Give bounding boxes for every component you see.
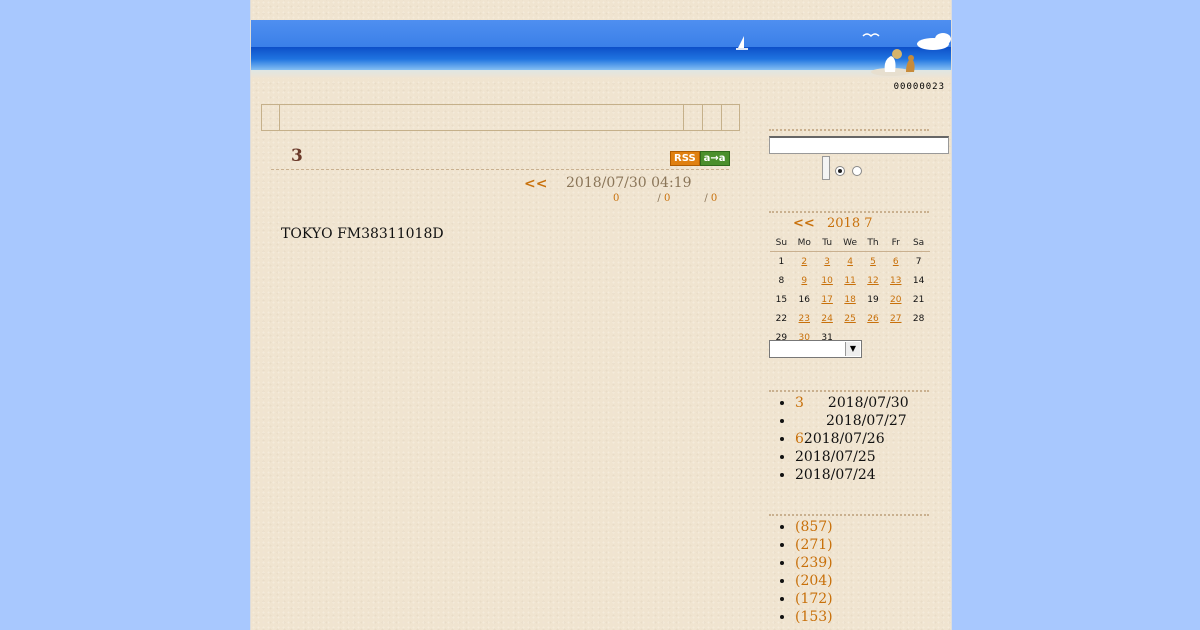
post-body: TOKYO FM38311018D (281, 226, 444, 242)
calendar-day[interactable]: 20 (884, 290, 907, 309)
category-list: (857) (271) (239) (204) (172) (153) (776, 518, 833, 626)
like-count[interactable]: 0 (711, 193, 717, 204)
calendar-day (907, 328, 930, 347)
archive-month-select[interactable]: ▼ (769, 340, 862, 358)
divider (769, 390, 929, 392)
recent-post-date: 2018/07/27 (826, 413, 907, 429)
list-item: (239) (795, 554, 833, 572)
list-item: 2018/07/25 (795, 448, 909, 466)
list-item: 2018/07/27 (795, 412, 909, 430)
calendar-day: 16 (798, 294, 810, 305)
recent-post-link[interactable]: 6 (795, 431, 804, 447)
category-count[interactable]: (857) (795, 519, 833, 535)
page: 00000023 3 RSS a→a << 2018/07/30 04:19 0… (250, 0, 952, 630)
list-item: 62018/07/26 (795, 430, 909, 448)
post-title[interactable]: 3 (291, 146, 303, 166)
list-item: (271) (795, 536, 833, 554)
calendar-weekday: Tu (815, 235, 839, 252)
list-item: 3 2018/07/30 (795, 394, 909, 412)
calendar-day[interactable]: 26 (862, 309, 885, 328)
calendar-day[interactable]: 12 (862, 271, 885, 290)
trackback-count[interactable]: 0 (664, 193, 670, 204)
beach-illustration (736, 33, 951, 76)
calendar-day: 28 (912, 313, 925, 324)
calendar-day[interactable]: 4 (839, 252, 862, 272)
recent-posts-list: 3 2018/07/30 2018/07/27 62018/07/26 2018/… (776, 394, 909, 484)
calendar-day[interactable]: 17 (816, 290, 839, 309)
nav-cell[interactable] (721, 105, 739, 130)
calendar-weekday: We (838, 235, 862, 252)
calendar-day[interactable]: 11 (839, 271, 862, 290)
divider (769, 514, 929, 516)
calendar-day[interactable]: 27 (884, 309, 907, 328)
nav-cell[interactable] (278, 105, 683, 130)
calendar-day: 15 (775, 294, 788, 305)
list-item: (204) (795, 572, 833, 590)
nav-cell[interactable] (702, 105, 721, 130)
nav-cell[interactable] (262, 105, 279, 130)
comment-count[interactable]: 0 (613, 193, 619, 204)
calendar-weekday: Fr (884, 235, 908, 252)
category-count[interactable]: (271) (795, 537, 833, 553)
post-stats: 0/ 0/ 0 (613, 193, 718, 204)
search-scope-radio[interactable] (835, 166, 845, 176)
recent-post-date: 2018/07/25 (795, 449, 876, 465)
nav-cell[interactable] (683, 105, 702, 130)
calendar-day (862, 328, 885, 347)
calendar-day[interactable]: 10 (816, 271, 839, 290)
calendar-day (884, 328, 907, 347)
calendar: Su Mo Tu We Th Fr Sa 1 2 3 4 5 6 7 8 9 10 11 12 13 14 15 16 17… (770, 235, 930, 347)
calendar-weekday: Th (861, 235, 885, 252)
calendar-day: 14 (912, 275, 925, 286)
category-count[interactable]: (204) (795, 573, 833, 589)
rss-icon[interactable]: RSS (670, 151, 700, 166)
calendar-day[interactable]: 2 (793, 252, 816, 272)
calendar-day[interactable]: 9 (793, 271, 816, 290)
category-count[interactable]: (153) (795, 609, 833, 625)
calendar-day[interactable]: 25 (839, 309, 862, 328)
calendar-day: 19 (867, 294, 879, 305)
divider (769, 211, 929, 213)
rss-badge[interactable]: RSS a→a (670, 151, 730, 166)
divider (769, 129, 929, 131)
search-scope-radio[interactable] (852, 166, 862, 176)
prev-post-link[interactable]: << (524, 176, 547, 192)
calendar-weekday: Su (770, 235, 793, 252)
list-item: (153) (795, 608, 833, 626)
calendar-day[interactable]: 24 (816, 309, 839, 328)
calendar-day: 21 (912, 294, 925, 305)
recent-post-date: 2018/07/30 (827, 395, 909, 411)
calendar-day[interactable]: 6 (884, 252, 907, 272)
search-button[interactable] (822, 156, 830, 180)
calendar-day[interactable]: 13 (884, 271, 907, 290)
calendar-day: 22 (775, 313, 788, 324)
category-count[interactable]: (172) (795, 591, 833, 607)
category-count[interactable]: (239) (795, 555, 833, 571)
header-banner (251, 20, 951, 78)
calendar-day[interactable]: 23 (793, 309, 816, 328)
chevron-down-icon[interactable]: ▼ (845, 342, 860, 356)
calendar-day[interactable]: 5 (862, 252, 885, 272)
calendar-month: 2018 7 (827, 216, 873, 231)
reader-icon[interactable]: a→a (699, 151, 730, 166)
calendar-day: 7 (915, 256, 922, 267)
visitor-counter: 00000023 (893, 82, 945, 92)
recent-post-date: 2018/07/26 (803, 431, 885, 447)
calendar-weekday: Sa (907, 235, 930, 252)
list-item: 2018/07/24 (795, 466, 909, 484)
calendar-day[interactable]: 3 (816, 252, 839, 272)
calendar-day: 1 (778, 256, 785, 267)
list-item: (857) (795, 518, 833, 536)
recent-post-date: 2018/07/24 (795, 467, 876, 483)
divider (271, 169, 729, 170)
post-date: 2018/07/30 04:19 (566, 175, 692, 191)
calendar-day: 8 (778, 275, 785, 286)
search-input[interactable] (769, 136, 949, 154)
calendar-prev-link[interactable]: << (793, 216, 815, 231)
top-nav-bar (261, 104, 740, 131)
calendar-day[interactable]: 18 (839, 290, 862, 309)
recent-post-link[interactable]: 3 (795, 395, 804, 411)
calendar-weekday: Mo (792, 235, 816, 252)
list-item: (172) (795, 590, 833, 608)
